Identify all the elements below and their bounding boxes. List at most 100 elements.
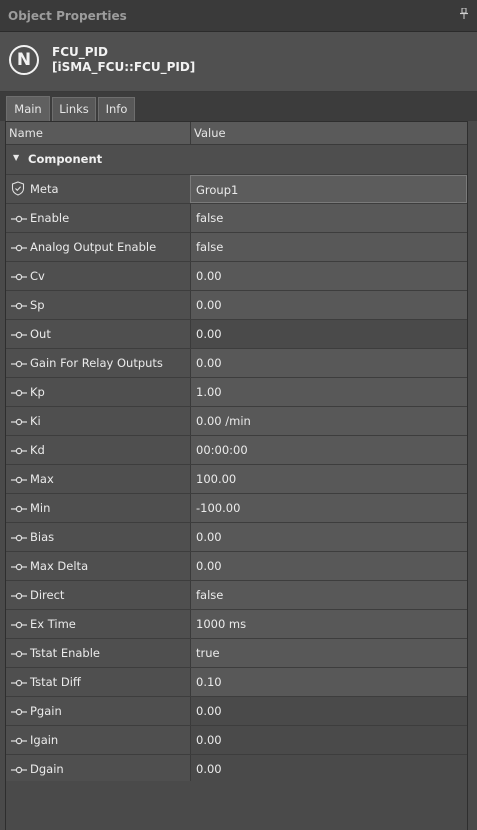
collapse-arrow-icon[interactable]: ▼	[13, 153, 19, 162]
property-row[interactable]: Analog Output Enable false	[6, 233, 467, 262]
property-value-cell[interactable]: 0.00	[190, 523, 467, 551]
slot-icon	[11, 764, 27, 774]
slot-icon	[11, 735, 27, 745]
section-component[interactable]: ▼ Component	[6, 145, 467, 175]
property-name: Pgain	[30, 704, 62, 718]
property-row[interactable]: Tstat Enable true	[6, 639, 467, 668]
property-name: Ki	[30, 414, 41, 428]
property-value: 1000 ms	[196, 617, 247, 631]
property-name: Out	[30, 327, 51, 341]
property-value: 0.00	[196, 356, 222, 370]
property-value-cell[interactable]: 0.00 /min	[190, 407, 467, 435]
object-name: FCU_PID	[52, 45, 108, 59]
slot-icon	[11, 300, 27, 310]
slot-icon	[11, 416, 27, 426]
property-name: Sp	[30, 298, 45, 312]
property-value: 1.00	[196, 385, 222, 399]
property-value-cell[interactable]: -100.00	[190, 494, 467, 522]
property-row[interactable]: Sp 0.00	[6, 291, 467, 320]
property-rows: Meta Group1 Enable false Analog Output Enabl…	[6, 175, 467, 784]
property-name-cell: Pgain	[6, 697, 190, 725]
section-label: Component	[28, 152, 103, 166]
slot-icon	[11, 590, 27, 600]
tab-links[interactable]: Links	[52, 97, 96, 121]
slot-icon	[11, 387, 27, 397]
property-name: Direct	[30, 588, 65, 602]
property-row[interactable]: Gain For Relay Outputs 0.00	[6, 349, 467, 378]
property-value-cell[interactable]: 0.00	[190, 552, 467, 580]
object-header: N FCU_PID [iSMA_FCU::FCU_PID]	[0, 32, 477, 92]
property-value-cell[interactable]: false	[190, 204, 467, 232]
property-row[interactable]: Igain 0.00	[6, 726, 467, 755]
property-value-cell[interactable]: 0.00	[190, 726, 467, 754]
property-value-cell[interactable]: 0.00	[190, 349, 467, 377]
property-name: Tstat Diff	[30, 675, 81, 689]
niagara-logo-icon: N	[9, 45, 39, 75]
property-value-cell[interactable]: 0.00	[190, 262, 467, 290]
tab-main[interactable]: Main	[6, 96, 50, 121]
column-header-name[interactable]: Name	[9, 126, 43, 140]
property-value-cell[interactable]: true	[190, 639, 467, 667]
property-row[interactable]: Ex Time 1000 ms	[6, 610, 467, 639]
property-name-cell: Max Delta	[6, 552, 190, 580]
property-row[interactable]: Direct false	[6, 581, 467, 610]
property-name: Max	[30, 472, 54, 486]
property-name: Enable	[30, 211, 70, 225]
property-name: Kp	[30, 385, 45, 399]
property-value-cell[interactable]: 0.10	[190, 668, 467, 696]
property-value: 0.10	[196, 675, 222, 689]
column-header-value[interactable]: Value	[194, 126, 226, 140]
property-name: Tstat Enable	[30, 646, 101, 660]
property-row[interactable]: Min -100.00	[6, 494, 467, 523]
property-value-cell[interactable]: 0.00	[190, 291, 467, 319]
grid-header: Name Value	[6, 122, 467, 145]
property-row[interactable]: Cv 0.00	[6, 262, 467, 291]
property-value-cell[interactable]: Group1	[190, 175, 467, 203]
property-value-cell[interactable]: false	[190, 581, 467, 609]
property-value-cell[interactable]: 0.00	[190, 320, 467, 348]
slot-icon	[11, 706, 27, 716]
property-value-cell[interactable]: 0.00	[190, 697, 467, 725]
property-row[interactable]: Ki 0.00 /min	[6, 407, 467, 436]
property-row[interactable]: Dgain 0.00	[6, 755, 467, 784]
property-value: 0.00	[196, 530, 222, 544]
property-row[interactable]: Enable false	[6, 204, 467, 233]
property-name-cell: Kp	[6, 378, 190, 406]
property-value: 0.00 /min	[196, 414, 251, 428]
tab-bar: Main Links Info	[0, 92, 477, 121]
slot-icon	[11, 271, 27, 281]
property-name-cell: Gain For Relay Outputs	[6, 349, 190, 377]
property-name-cell: Min	[6, 494, 190, 522]
property-name: Min	[30, 501, 51, 515]
property-name: Bias	[30, 530, 55, 544]
property-row[interactable]: Tstat Diff 0.10	[6, 668, 467, 697]
property-name-cell: Bias	[6, 523, 190, 551]
property-name-cell: Sp	[6, 291, 190, 319]
pin-icon[interactable]	[459, 7, 469, 22]
property-row[interactable]: Kp 1.00	[6, 378, 467, 407]
property-row[interactable]: Max 100.00	[6, 465, 467, 494]
property-value-cell[interactable]: false	[190, 233, 467, 261]
shield-icon	[11, 181, 27, 196]
property-value-cell[interactable]: 1.00	[190, 378, 467, 406]
property-value: 0.00	[196, 762, 222, 776]
property-row[interactable]: Meta Group1	[6, 175, 467, 204]
property-value-cell[interactable]: 100.00	[190, 465, 467, 493]
property-value: -100.00	[196, 501, 241, 515]
property-value-cell[interactable]: 1000 ms	[190, 610, 467, 638]
property-row[interactable]: Pgain 0.00	[6, 697, 467, 726]
property-row[interactable]: Max Delta 0.00	[6, 552, 467, 581]
property-value-cell[interactable]: 00:00:00	[190, 436, 467, 464]
property-row[interactable]: Out 0.00	[6, 320, 467, 349]
property-name-cell: Kd	[6, 436, 190, 464]
property-name-cell: Enable	[6, 204, 190, 232]
column-divider[interactable]	[190, 122, 191, 144]
property-name: Analog Output Enable	[30, 240, 157, 254]
tab-info[interactable]: Info	[98, 97, 135, 121]
property-name-cell: Ex Time	[6, 610, 190, 638]
property-value: 0.00	[196, 298, 222, 312]
slot-icon	[11, 532, 27, 542]
property-row[interactable]: Kd 00:00:00	[6, 436, 467, 465]
property-value-cell[interactable]: 0.00	[190, 755, 467, 783]
property-row[interactable]: Bias 0.00	[6, 523, 467, 552]
